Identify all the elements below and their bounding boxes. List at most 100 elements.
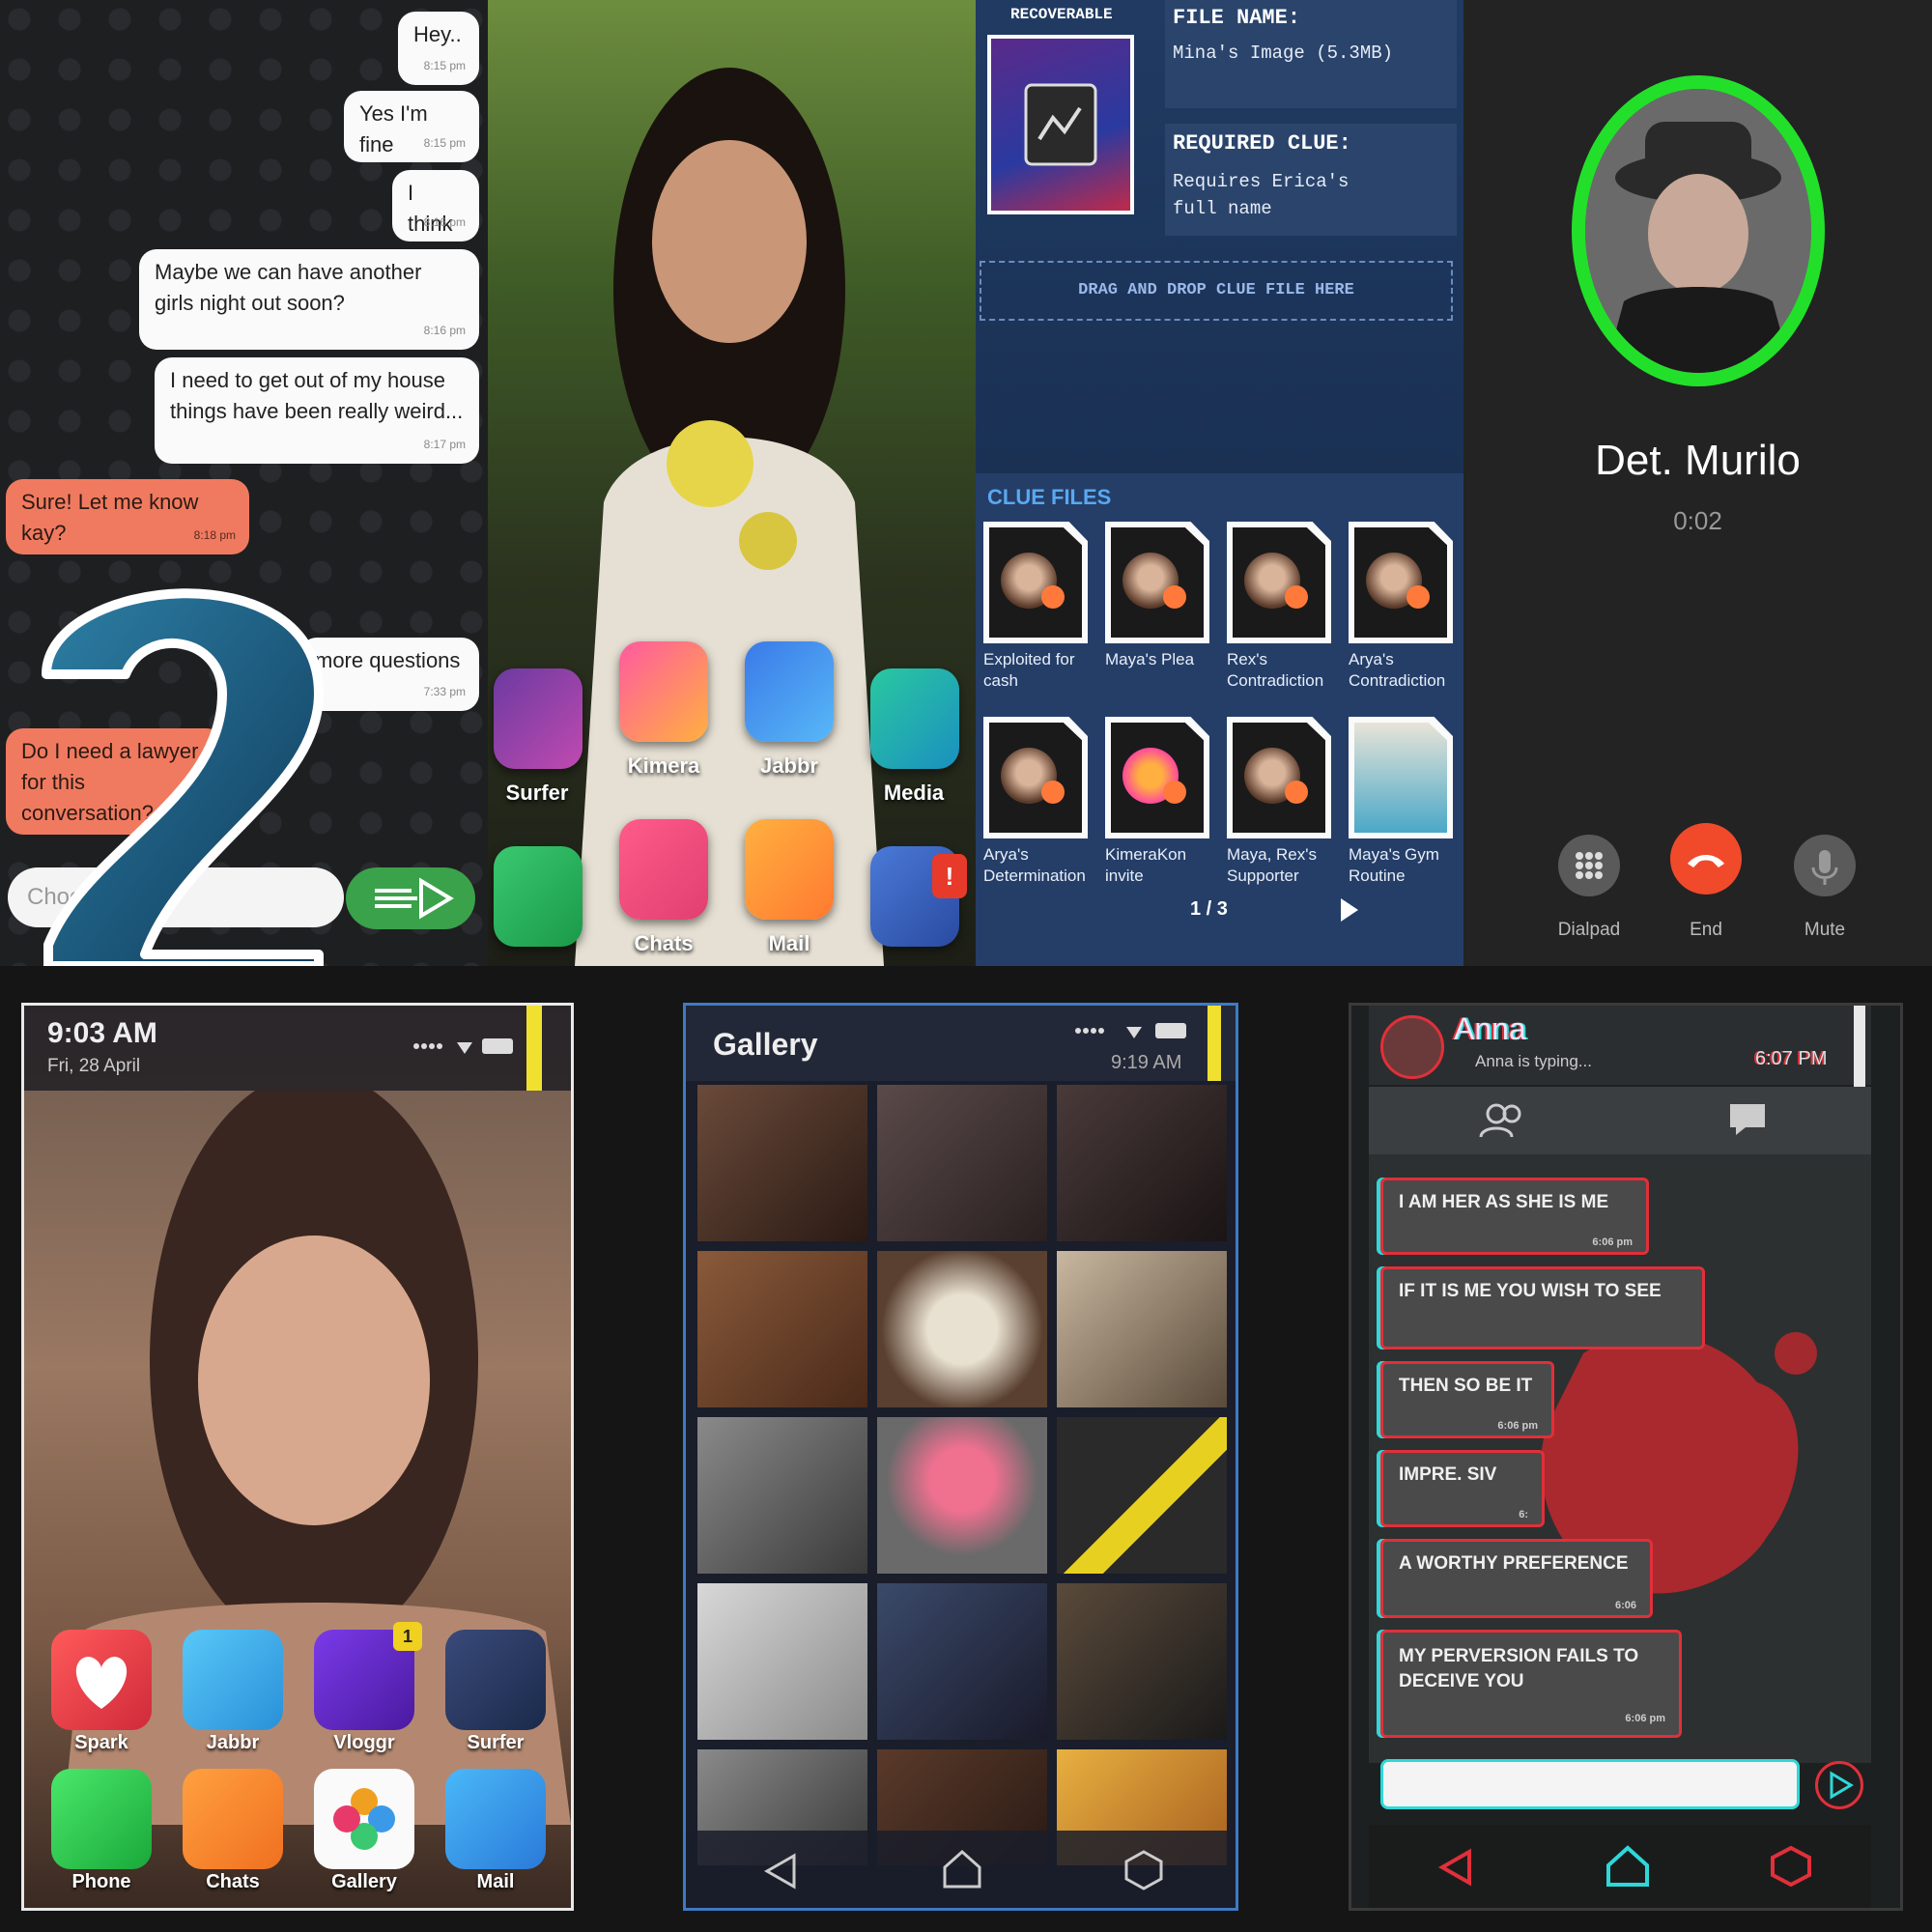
message-bubble: I need to get out of my house things hav… xyxy=(155,357,479,464)
gallery-photo[interactable] xyxy=(877,1085,1047,1241)
message-bubble: THEN SO BE IT 6:06 pm xyxy=(1380,1361,1554,1438)
hang-up-icon xyxy=(1688,855,1724,867)
gallery-photo[interactable] xyxy=(1057,1417,1227,1574)
message-time: 8:16 pm xyxy=(423,215,466,229)
app-label-vloggr: Vloggr xyxy=(333,1732,395,1753)
clue-file-rexs-contradiction[interactable] xyxy=(1227,522,1331,643)
clue-drop-zone[interactable]: DRAG AND DROP CLUE FILE HERE xyxy=(980,261,1453,321)
app-label-jabbr: Jabbr xyxy=(760,753,818,778)
app-label-kimera: Kimera xyxy=(627,753,700,778)
mail-app-icon[interactable] xyxy=(445,1769,546,1869)
clue-file-aryas-contradiction[interactable] xyxy=(1349,522,1453,643)
scroll-indicator xyxy=(1854,1006,1865,1087)
surfer-app-icon[interactable] xyxy=(494,668,582,769)
message-text: A WORTHY PREFERENCE xyxy=(1399,1553,1629,1574)
app-label-surfer: Surfer xyxy=(467,1732,525,1753)
kimera-app-icon[interactable] xyxy=(619,641,708,742)
mute-button[interactable] xyxy=(1794,835,1856,896)
message-time: 8:15 pm xyxy=(423,59,466,72)
message-time: 8:17 pm xyxy=(423,438,466,451)
scroll-indicator xyxy=(526,1006,542,1091)
contacts-tab-icon[interactable] xyxy=(1477,1100,1529,1139)
back-icon[interactable] xyxy=(1436,1848,1475,1887)
gallery-photo[interactable] xyxy=(1057,1251,1227,1407)
clue-file-label: Rex's Contradiction xyxy=(1227,650,1324,690)
message-time: 6:06 pm xyxy=(1592,1236,1633,1248)
clue-file-label: Maya's Gym Routine xyxy=(1349,845,1439,885)
woman-photo xyxy=(575,68,884,966)
gallery-photo[interactable] xyxy=(877,1251,1047,1407)
clue-file-label: Maya's Plea xyxy=(1105,650,1195,668)
surfer-app-icon[interactable] xyxy=(445,1630,546,1730)
message-text: THEN SO BE IT xyxy=(1399,1376,1533,1396)
next-page-icon[interactable] xyxy=(1337,896,1360,923)
message-time: 8:15 pm xyxy=(423,136,466,150)
message-text: Hey.. xyxy=(413,22,462,46)
app-label-chats: Chats xyxy=(634,931,694,955)
clue-file-aryas-determination[interactable] xyxy=(983,717,1088,838)
recoverable-label: RECOVERABLE xyxy=(1010,6,1113,23)
mail-app-icon[interactable] xyxy=(745,819,834,920)
required-clue-label: REQUIRED CLUE: xyxy=(1173,131,1351,156)
send-button[interactable] xyxy=(346,867,475,929)
chat-tab-icon[interactable] xyxy=(1726,1100,1769,1139)
tab-bar xyxy=(1369,1087,1871,1157)
recents-icon[interactable] xyxy=(1122,1848,1165,1890)
clue-file-label: KimeraKon invite xyxy=(1105,845,1187,885)
message-input[interactable] xyxy=(1380,1759,1800,1809)
gallery-photo[interactable] xyxy=(877,1417,1047,1574)
clock-date: Fri, 28 April xyxy=(47,1056,141,1076)
spark-app-icon[interactable] xyxy=(51,1630,152,1730)
app-label-surfer: Surfer xyxy=(505,781,569,805)
clue-files-panel: RECOVERABLE FILE NAME: Mina's Image (5.3… xyxy=(976,0,1463,966)
dialpad-button[interactable] xyxy=(1558,835,1620,896)
home-icon[interactable] xyxy=(1605,1844,1651,1889)
back-icon[interactable] xyxy=(761,1852,800,1890)
recents-icon[interactable] xyxy=(1769,1844,1813,1889)
home-icon[interactable] xyxy=(941,1848,983,1890)
call-duration: 0:02 xyxy=(1673,506,1722,535)
clue-file-label: Exploited for cash xyxy=(983,650,1075,690)
clue-file-mayas-gym-routine[interactable] xyxy=(1349,717,1453,838)
clue-file-kimerakon-invite[interactable] xyxy=(1105,717,1209,838)
gallery-photo[interactable] xyxy=(697,1251,867,1407)
scroll-indicator xyxy=(1208,1006,1221,1081)
send-button[interactable] xyxy=(1815,1761,1863,1809)
jabbr-app-icon[interactable] xyxy=(745,641,834,742)
status-time: 6:07 PM xyxy=(1755,1048,1828,1069)
contact-name: Anna xyxy=(1454,1011,1526,1046)
end-call-button[interactable] xyxy=(1670,823,1742,895)
send-icon xyxy=(375,877,454,920)
home-screen-panel: Surfer Kimera Jabbr Media Chats Mail ! xyxy=(488,0,976,966)
gallery-app-icon[interactable] xyxy=(314,1769,414,1869)
clue-file-label: Maya, Rex's Supporter xyxy=(1227,845,1317,885)
gallery-photo[interactable] xyxy=(877,1583,1047,1740)
gallery-photo[interactable] xyxy=(697,1417,867,1574)
clue-file-maya-rexs-supporter[interactable] xyxy=(1227,717,1331,838)
phone-app-icon[interactable] xyxy=(51,1769,152,1869)
message-time: 6: xyxy=(1519,1509,1528,1520)
page-indicator: 1 / 3 xyxy=(1190,898,1228,920)
mute-label: Mute xyxy=(1804,920,1846,940)
clue-file-exploited-for-cash[interactable] xyxy=(983,522,1088,643)
chat-panel: Hey.. 8:15 pm Yes I'm fine 8:15 pm I thi… xyxy=(0,0,488,966)
message-text: IF IT IS ME YOU WISH TO SEE xyxy=(1399,1281,1662,1301)
chats-app-icon[interactable] xyxy=(619,819,708,920)
typing-status: Anna is typing... xyxy=(1475,1052,1592,1070)
message-bubble: I AM HER AS SHE IS ME 6:06 pm xyxy=(1380,1178,1649,1255)
gallery-photo[interactable] xyxy=(697,1583,867,1740)
recoverable-file-thumb[interactable] xyxy=(987,35,1134,214)
gallery-photo[interactable] xyxy=(697,1085,867,1241)
gallery-photo[interactable] xyxy=(1057,1085,1227,1241)
message-bubble: MY PERVERSION FAILS TO DECEIVE YOU 6:06 … xyxy=(1380,1630,1682,1738)
phone-app-icon[interactable] xyxy=(494,846,582,947)
jabbr-app-icon[interactable] xyxy=(183,1630,283,1730)
clue-file-mayas-plea[interactable] xyxy=(1105,522,1209,643)
chats-app-icon[interactable] xyxy=(183,1769,283,1869)
media-app-icon[interactable] xyxy=(870,668,959,769)
file-name-label: FILE NAME: xyxy=(1173,6,1301,30)
gallery-photo[interactable] xyxy=(1057,1583,1227,1740)
app-label-spark: Spark xyxy=(74,1732,128,1753)
caller-avatar xyxy=(1572,75,1825,386)
message-bubble: Maybe we can have another girls night ou… xyxy=(139,249,479,350)
